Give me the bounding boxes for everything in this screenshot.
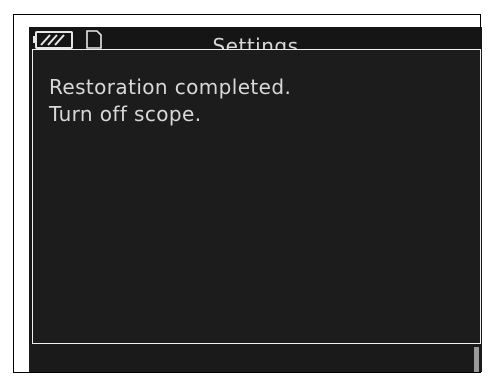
message-dialog: Restoration completed. Turn off scope. bbox=[32, 49, 481, 344]
bottom-bar bbox=[29, 344, 482, 372]
message-line-1: Restoration completed. bbox=[49, 75, 292, 99]
message-line-2: Turn off scope. bbox=[49, 102, 202, 126]
scroll-indicator bbox=[474, 347, 479, 372]
status-bar: Settings bbox=[29, 27, 482, 58]
device-screen: Settings Restoration completed. Turn off… bbox=[29, 27, 482, 372]
